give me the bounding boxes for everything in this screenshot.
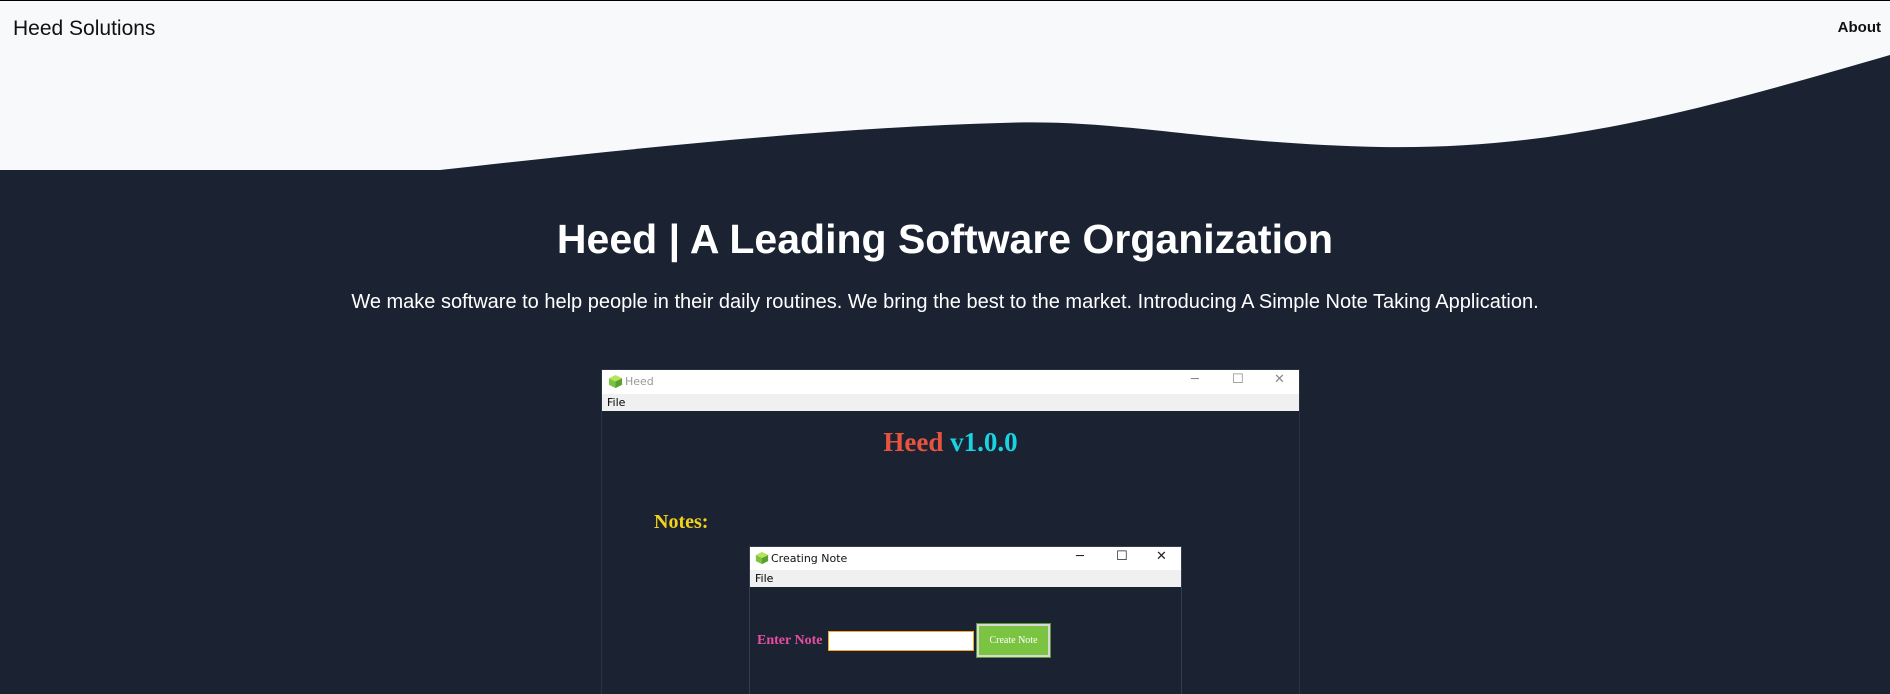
- hero-title: Heed | A Leading Software Organization: [556, 216, 1334, 262]
- dialog-titlebar: Creating Note ─ ☐ ✕: [750, 547, 1181, 570]
- create-note-button[interactable]: Create Note: [976, 623, 1051, 658]
- close-icon[interactable]: ✕: [1156, 549, 1167, 564]
- app-heading-version: v1.0.0: [950, 427, 1018, 457]
- app-screenshot-window: Heed ─ ☐ ✕ File Heed v1.0.0 Notes: Creat…: [601, 369, 1300, 694]
- top-border: [0, 0, 1890, 1]
- creating-note-dialog: Creating Note ─ ☐ ✕ File Enter Note Crea…: [749, 546, 1182, 694]
- app-heading: Heed v1.0.0: [602, 427, 1299, 458]
- minimize-icon[interactable]: ─: [1076, 549, 1084, 564]
- app-titlebar: Heed ─ ☐ ✕: [602, 370, 1299, 394]
- enter-note-label: Enter Note: [757, 633, 823, 648]
- dialog-menu-file[interactable]: File: [755, 572, 773, 585]
- close-icon[interactable]: ✕: [1274, 372, 1285, 387]
- site-header: Heed Solutions About: [0, 0, 1890, 175]
- brand-logo-text[interactable]: Heed Solutions: [13, 17, 155, 41]
- header-wave: [0, 0, 1890, 170]
- notes-label: Notes:: [654, 511, 709, 533]
- app-window-title: Heed: [625, 375, 654, 388]
- app-heading-name: Heed: [883, 427, 944, 457]
- maximize-icon[interactable]: ☐: [1116, 549, 1128, 564]
- hero-subtitle: We make software to help people in their…: [351, 291, 1539, 313]
- minimize-icon[interactable]: ─: [1191, 372, 1199, 387]
- note-input[interactable]: [828, 631, 974, 651]
- menu-file[interactable]: File: [607, 396, 625, 409]
- app-menubar: File: [602, 394, 1299, 411]
- cube-icon: [608, 374, 623, 389]
- dialog-menubar: File: [750, 570, 1181, 587]
- cube-icon: [755, 551, 769, 565]
- maximize-icon[interactable]: ☐: [1232, 372, 1244, 387]
- nav-about-link[interactable]: About: [1838, 19, 1881, 36]
- dialog-title: Creating Note: [771, 552, 848, 565]
